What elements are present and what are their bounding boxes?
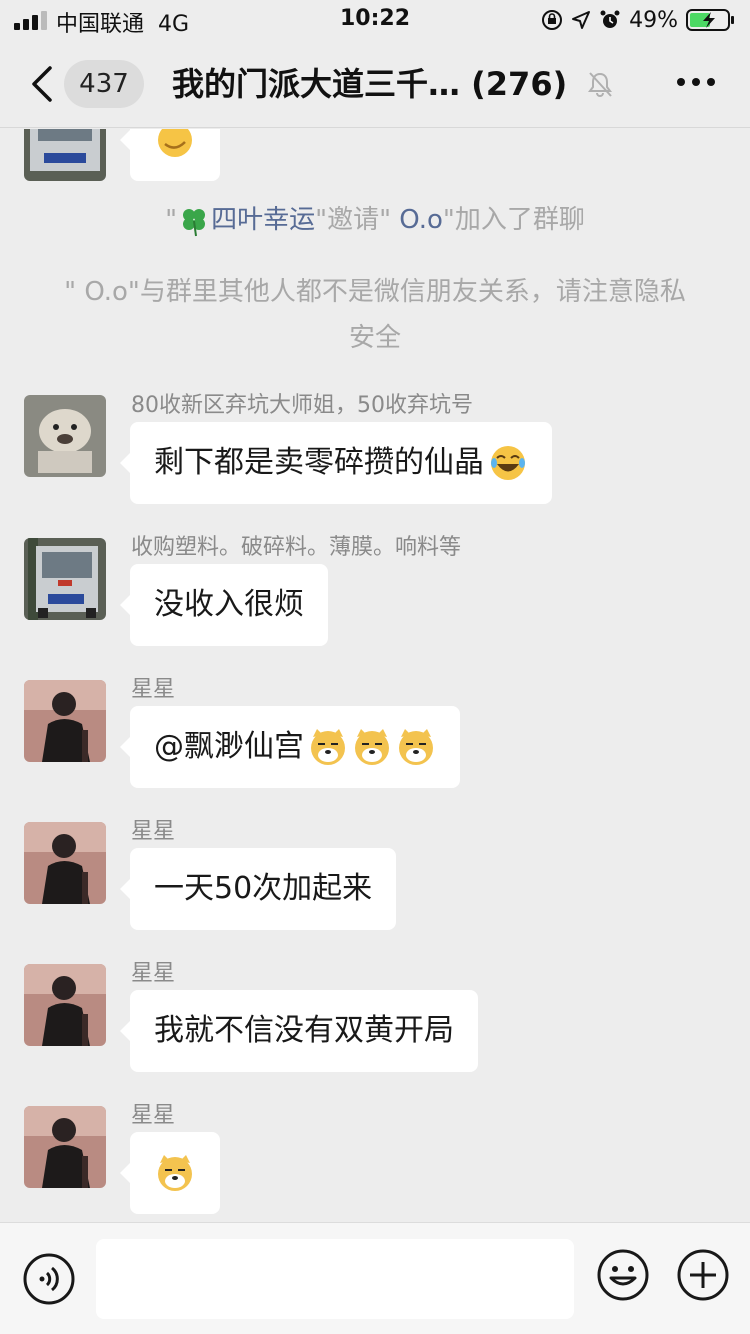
back-arrow-icon[interactable] <box>26 64 58 104</box>
doge-emoji-icon <box>355 729 389 765</box>
message-bubble[interactable]: @飘渺仙宫 <box>120 706 460 788</box>
person-photo-icon <box>24 1106 106 1188</box>
battery-charging-icon <box>686 9 734 31</box>
avatar-xingxing[interactable] <box>24 822 106 904</box>
chat-message-list[interactable]: " 四叶幸运"邀请" O.o"加入了群聊 " O.o"与群里其他人都不是微信朋友… <box>0 129 750 1221</box>
laughing-tears-emoji-icon <box>491 446 525 480</box>
member-count: (276) <box>471 65 568 103</box>
chat-header: 437 我的门派大道三千… (276) <box>0 40 750 128</box>
group-title: 我的门派大道三千… (276) <box>172 60 582 108</box>
system-message-invite: " 四叶幸运"邀请" O.o"加入了群聊 <box>40 197 710 243</box>
bulldog-photo-icon <box>24 395 106 477</box>
message-bubble[interactable]: 一天50次加起来 <box>119 848 397 930</box>
message-text: 剩下都是卖零碎攒的仙晶 <box>154 445 484 480</box>
message-bubble-previous[interactable] <box>120 129 220 181</box>
four-leaf-clover-icon <box>183 208 206 236</box>
location-arrow-icon <box>572 11 591 29</box>
person-photo-icon <box>24 822 106 904</box>
message-bubble[interactable]: 剩下都是卖零碎攒的仙晶 <box>120 422 552 504</box>
invitee-link[interactable]: O.o <box>399 205 443 235</box>
battery-percent: 49% <box>629 7 678 33</box>
person-photo-icon <box>24 964 106 1046</box>
message-text: 我就不信没有双黄开局 <box>154 1013 454 1048</box>
sender-name: 星星 <box>131 961 176 986</box>
add-attachment-icon[interactable] <box>676 1248 730 1302</box>
avatar-xingxing[interactable] <box>24 680 106 762</box>
sender-name: 80收新区弃坑大师姐，50收弃坑号 <box>131 393 473 418</box>
more-options-icon[interactable] <box>676 76 716 88</box>
emoji-icon <box>158 129 192 157</box>
avatar-truck[interactable] <box>24 129 106 181</box>
message-text: 没收入很烦 <box>154 587 304 622</box>
avatar-xingxing[interactable] <box>24 964 106 1046</box>
orientation-lock-icon <box>542 10 563 30</box>
unread-count-badge[interactable]: 437 <box>64 60 144 108</box>
sysmsg-invited-text: "邀请" <box>315 205 392 235</box>
message-bubble[interactable]: 没收入很烦 <box>120 564 328 646</box>
sender-name: 星星 <box>131 819 176 844</box>
status-bar: 中国联通 4G 10:22 49% <box>0 0 750 40</box>
sysmsg-quote: " <box>165 205 178 235</box>
message-input[interactable] <box>96 1239 574 1319</box>
avatar-xingxing[interactable] <box>24 1106 106 1188</box>
mute-bell-icon <box>588 72 612 97</box>
sender-name: 星星 <box>131 677 176 702</box>
sender-name: 星星 <box>131 1103 176 1128</box>
inviter-link[interactable]: 四叶幸运 <box>211 205 315 235</box>
doge-emoji-icon <box>158 1155 192 1191</box>
message-input-bar <box>0 1222 750 1334</box>
person-photo-icon <box>24 680 106 762</box>
message-bubble[interactable] <box>120 1132 220 1214</box>
truck-photo-icon <box>24 129 106 181</box>
system-message-privacy: " O.o"与群里其他人都不是微信朋友关系，请注意隐私安全 <box>64 277 686 353</box>
message-text: 一天50次加起来 <box>154 871 373 906</box>
avatar-bulldog[interactable] <box>24 395 106 477</box>
alarm-clock-icon <box>600 10 620 28</box>
doge-emoji-icon <box>311 729 345 765</box>
emoji-picker-icon[interactable] <box>596 1248 650 1302</box>
avatar-truck[interactable] <box>24 538 106 620</box>
doge-emoji-icon <box>399 729 433 765</box>
voice-input-icon[interactable] <box>22 1252 76 1306</box>
truck-photo-icon <box>24 538 106 620</box>
message-text: @飘渺仙宫 <box>154 729 304 764</box>
sysmsg-joined-text: "加入了群聊 <box>442 205 585 235</box>
message-bubble[interactable]: 我就不信没有双黄开局 <box>120 990 478 1072</box>
status-icons: 49% <box>541 6 736 34</box>
sender-name: 收购塑料。破碎料。薄膜。响料等 <box>131 535 462 560</box>
group-name: 我的门派大道三千… <box>172 65 461 103</box>
